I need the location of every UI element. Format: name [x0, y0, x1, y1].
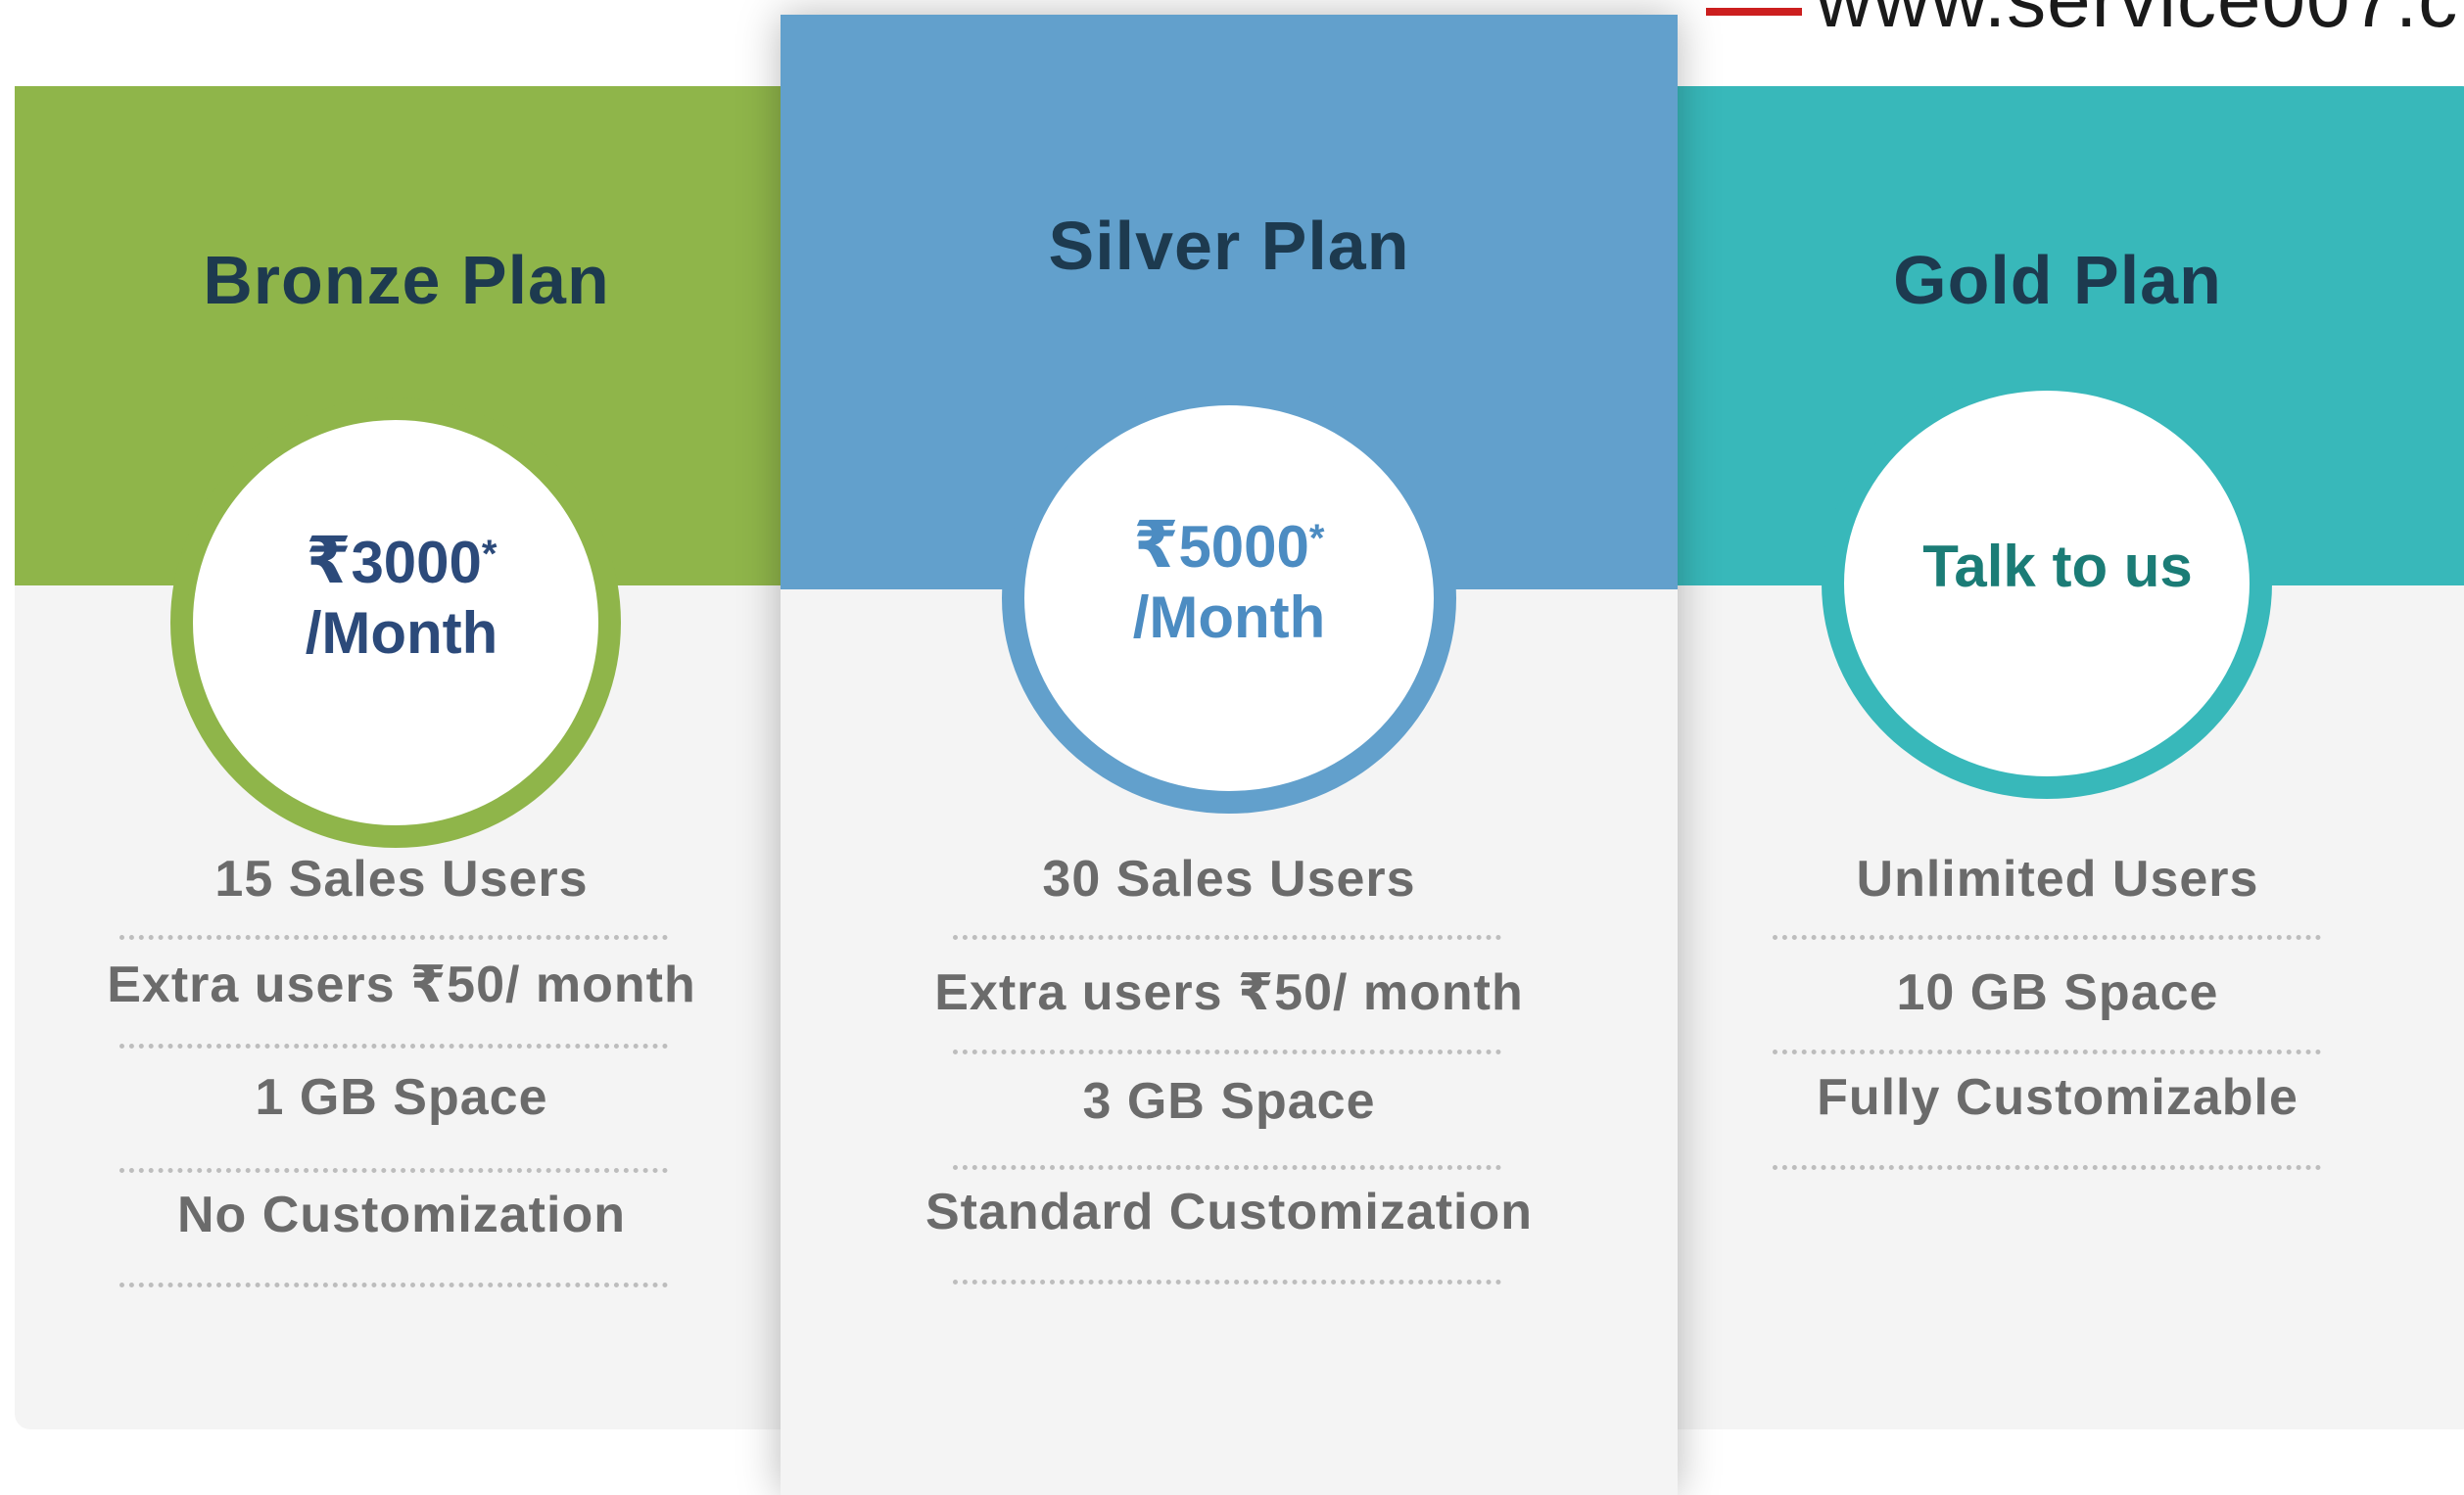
rupee-icon: ₹ — [306, 524, 352, 596]
url-banner: www.service007.c — [1706, 0, 2464, 39]
banner-url: www.service007.c — [1816, 0, 2458, 39]
divider — [1773, 935, 2321, 940]
gold-plan-card: Gold Plan Talk to us Unlimited Users 10 … — [1665, 86, 2464, 1429]
silver-feature-extra-users: Extra users ₹50/ month — [934, 964, 1524, 1021]
bronze-plan-card: Bronze Plan ₹3000* /Month 15 Sales Users… — [15, 86, 798, 1429]
divider — [953, 935, 1501, 940]
bronze-price-asterisk: * — [481, 533, 498, 576]
gold-cta[interactable]: Talk to us — [1651, 532, 2464, 602]
silver-plan-card: Silver Plan ₹5000* /Month 30 Sales Users… — [781, 15, 1678, 1495]
silver-price-amount: 5000 — [1178, 514, 1309, 580]
divider — [119, 1168, 668, 1173]
divider — [1773, 1050, 2321, 1054]
silver-feature-customization: Standard Customization — [924, 1184, 1534, 1240]
bronze-feature-users: 15 Sales Users — [214, 851, 589, 908]
silver-feature-users: 30 Sales Users — [1042, 851, 1416, 908]
divider — [953, 1165, 1501, 1170]
bronze-price-amount: 3000 — [351, 530, 482, 595]
bronze-feature-customization: No Customization — [177, 1187, 626, 1243]
rupee-icon: ₹ — [1133, 508, 1179, 581]
silver-price-period: /Month — [1132, 584, 1326, 650]
bronze-plan-title: Bronze Plan — [203, 242, 610, 318]
divider — [119, 935, 668, 940]
divider — [119, 1044, 668, 1049]
divider — [953, 1280, 1501, 1285]
divider — [1773, 1165, 2321, 1170]
silver-feature-space: 3 GB Space — [1082, 1073, 1376, 1130]
bronze-price: ₹3000* /Month — [5, 525, 798, 669]
silver-price: ₹5000* /Month — [781, 509, 1678, 653]
silver-plan-title: Silver Plan — [1048, 208, 1410, 284]
bronze-feature-space: 1 GB Space — [255, 1069, 548, 1126]
banner-accent-line — [1706, 8, 1802, 16]
silver-price-asterisk: * — [1308, 517, 1325, 560]
divider — [953, 1050, 1501, 1054]
gold-feature-customization: Fully Customizable — [1817, 1069, 2298, 1126]
bronze-price-period: /Month — [305, 600, 498, 666]
divider — [119, 1283, 668, 1287]
gold-feature-users: Unlimited Users — [1856, 851, 2259, 908]
gold-plan-title: Gold Plan — [1893, 242, 2222, 318]
gold-cta-label[interactable]: Talk to us — [1651, 532, 2464, 602]
gold-feature-space: 10 GB Space — [1896, 964, 2219, 1021]
bronze-feature-extra-users: Extra users ₹50/ month — [107, 957, 696, 1013]
